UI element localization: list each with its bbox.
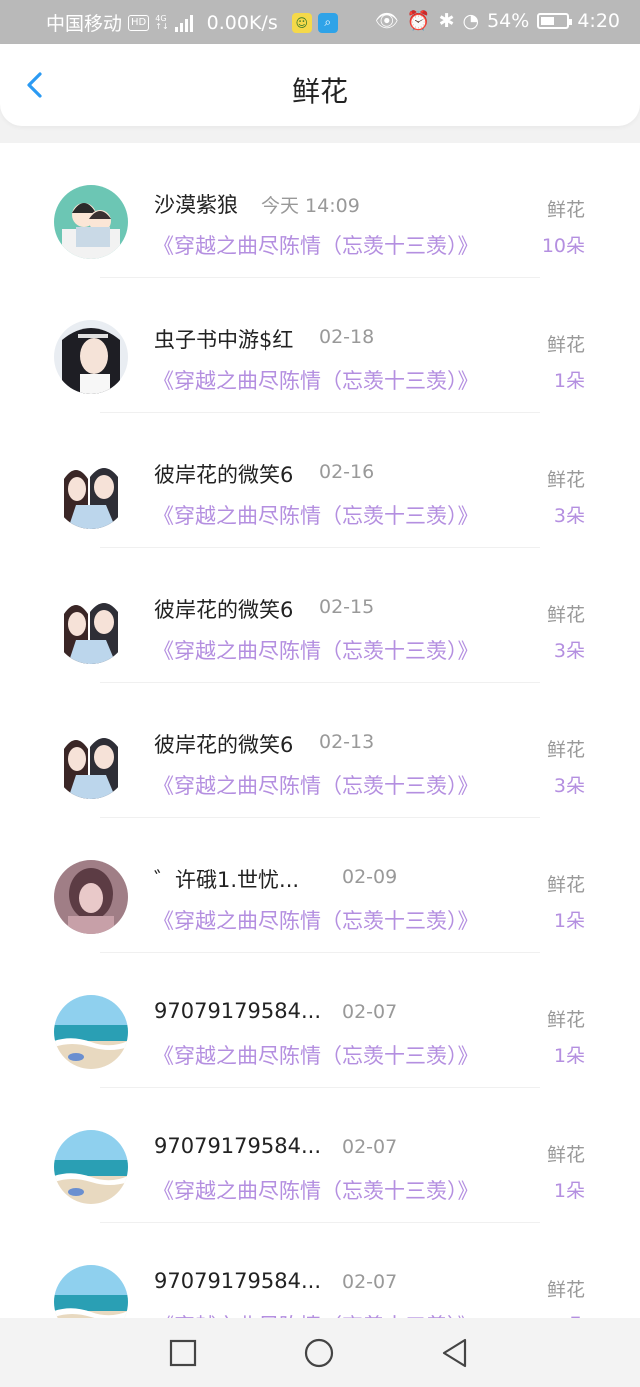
status-right: 👁 ⏰ ✱ ◔ 54% 4:20: [374, 9, 620, 33]
gift-type: 鲜花: [546, 1279, 585, 1301]
user-avatar[interactable]: [54, 320, 128, 394]
gift-type: 鲜花: [546, 469, 585, 491]
book-title-link[interactable]: 《穿越之曲尽陈情（忘羡十三羡）》: [153, 500, 479, 530]
list-item[interactable]: 彼岸花的微笑6 02-15 《穿越之曲尽陈情（忘羡十三羡）》 鲜花 3朵: [0, 548, 640, 683]
sent-date: 02-07: [342, 1001, 398, 1023]
list-item[interactable]: 97079179584... 02-07 《穿越之曲尽陈情（忘羡十三羡）》 鲜花…: [0, 953, 640, 1088]
back-icon[interactable]: [440, 1338, 470, 1368]
list-item[interactable]: ゛许硪1.世忧... 02-09 《穿越之曲尽陈情（忘羡十三羡）》 鲜花 1朵: [0, 818, 640, 953]
sender-name: ゛许硪1.世忧...: [154, 868, 300, 892]
sender-name: 虫子书中游$红: [154, 328, 294, 352]
search-app-icon: ⌕: [317, 12, 338, 33]
battery-percent: 54%: [487, 9, 530, 32]
status-bar: 中国移动 HD 4G ↑↓ 0.00K/s ☺ ⌕ 👁 ⏰ ✱ ◔ 54% 4:2…: [0, 0, 640, 44]
list-item[interactable]: 彼岸花的微笑6 02-13 《穿越之曲尽陈情（忘羡十三羡）》 鲜花 3朵: [0, 683, 640, 818]
recent-apps-icon[interactable]: [168, 1338, 198, 1368]
gift-type: 鲜花: [546, 1144, 585, 1166]
user-avatar[interactable]: [54, 725, 128, 799]
gift-count: 3朵: [553, 505, 585, 527]
sender-name: 彼岸花的微笑6: [154, 598, 294, 622]
hd-badge: HD: [128, 14, 150, 31]
user-avatar[interactable]: [54, 1265, 128, 1318]
sender-name: 沙漠紫狼: [154, 193, 238, 217]
sent-date: 02-07: [342, 1136, 398, 1158]
list-item[interactable]: 沙漠紫狼 今天 14:09 《穿越之曲尽陈情（忘羡十三羡）》 鲜花 10朵: [0, 143, 640, 278]
sender-name: 97079179584...: [154, 1269, 321, 1293]
list-item[interactable]: 97079179584... 02-07 《穿越之曲尽陈情（忘羡十三羡）》 鲜花…: [0, 1088, 640, 1223]
book-title-link[interactable]: 《穿越之曲尽陈情（忘羡十三羡）》: [153, 1040, 479, 1070]
gift-type: 鲜花: [546, 739, 585, 761]
sender-name: 彼岸花的微笑6: [154, 463, 294, 487]
sent-date: 02-16: [319, 461, 375, 483]
list-item[interactable]: 97079179584... 02-07 《穿越之曲尽陈情（忘羡十三羡）》 鲜花…: [0, 1223, 640, 1318]
gift-type: 鲜花: [546, 874, 585, 896]
flower-list: 沙漠紫狼 今天 14:09 《穿越之曲尽陈情（忘羡十三羡）》 鲜花 10朵 虫子…: [0, 143, 640, 1318]
speedometer-icon: ◔: [462, 9, 480, 32]
user-avatar[interactable]: [54, 1130, 128, 1204]
book-title-link[interactable]: 《穿越之曲尽陈情（忘羡十三羡）》: [153, 905, 479, 935]
gift-type: 鲜花: [546, 334, 585, 356]
list-item[interactable]: 虫子书中游$红 02-18 《穿越之曲尽陈情（忘羡十三羡）》 鲜花 1朵: [0, 278, 640, 413]
book-title-link[interactable]: 《穿越之曲尽陈情（忘羡十三羡）》: [153, 365, 479, 395]
signal-icon: [174, 14, 193, 32]
book-title-link[interactable]: 《穿越之曲尽陈情（忘羡十三羡）》: [153, 230, 479, 260]
gift-type: 鲜花: [546, 199, 585, 221]
book-title-link[interactable]: 《穿越之曲尽陈情（忘羡十三羡）》: [153, 1310, 479, 1318]
gift-count: 1朵: [553, 1045, 585, 1067]
page-title: 鲜花: [291, 75, 348, 108]
alarm-icon: ⏰: [406, 10, 431, 32]
user-avatar[interactable]: [54, 185, 128, 259]
sender-name: 97079179584...: [154, 999, 321, 1023]
gift-count: 1朵: [553, 910, 585, 932]
user-avatar[interactable]: [54, 455, 128, 529]
gift-type: 鲜花: [546, 1009, 585, 1031]
clock: 4:20: [577, 9, 620, 32]
bluetooth-icon: ✱: [438, 9, 455, 32]
gift-count: 3朵: [553, 775, 585, 797]
sender-name: 97079179584...: [154, 1134, 321, 1158]
user-avatar[interactable]: [54, 860, 128, 934]
sent-date: 02-18: [319, 326, 375, 348]
book-title-link[interactable]: 《穿越之曲尽陈情（忘羡十三羡）》: [153, 770, 479, 800]
status-left: 中国移动 HD 4G ↑↓ 0.00K/s ☺ ⌕: [46, 9, 338, 36]
system-nav-bar: [0, 1318, 640, 1387]
book-title-link[interactable]: 《穿越之曲尽陈情（忘羡十三羡）》: [153, 1175, 479, 1205]
sent-date: 今天 14:09: [261, 195, 360, 217]
sent-date: 02-07: [342, 1271, 398, 1293]
speed-label: 0.00K/s: [206, 11, 278, 34]
user-avatar[interactable]: [54, 995, 128, 1069]
sent-date: 02-15: [319, 596, 375, 618]
gift-count: 1朵: [553, 370, 585, 392]
sent-date: 02-13: [319, 731, 375, 753]
sender-name: 彼岸花的微笑6: [154, 733, 294, 757]
eye-icon: 👁: [374, 10, 399, 32]
user-avatar[interactable]: [54, 590, 128, 664]
list-item[interactable]: 彼岸花的微笑6 02-16 《穿越之曲尽陈情（忘羡十三羡）》 鲜花 3朵: [0, 413, 640, 548]
battery-level: [541, 16, 555, 25]
book-title-link[interactable]: 《穿越之曲尽陈情（忘羡十三羡）》: [153, 635, 479, 665]
gift-type: 鲜花: [546, 604, 585, 626]
gift-count: 1朵: [554, 1311, 585, 1318]
gift-count: 1朵: [553, 1180, 585, 1202]
network-type-icon: 4G ↑↓: [155, 13, 169, 31]
app-notification-icon: ☺: [291, 12, 312, 33]
battery-icon: [537, 12, 573, 29]
home-icon[interactable]: [304, 1338, 334, 1368]
sent-date: 02-09: [342, 866, 398, 888]
page-header: 鲜花: [0, 44, 640, 126]
carrier-label: 中国移动: [46, 13, 123, 35]
gift-count: 10朵: [541, 235, 585, 257]
gift-count: 3朵: [553, 640, 585, 662]
